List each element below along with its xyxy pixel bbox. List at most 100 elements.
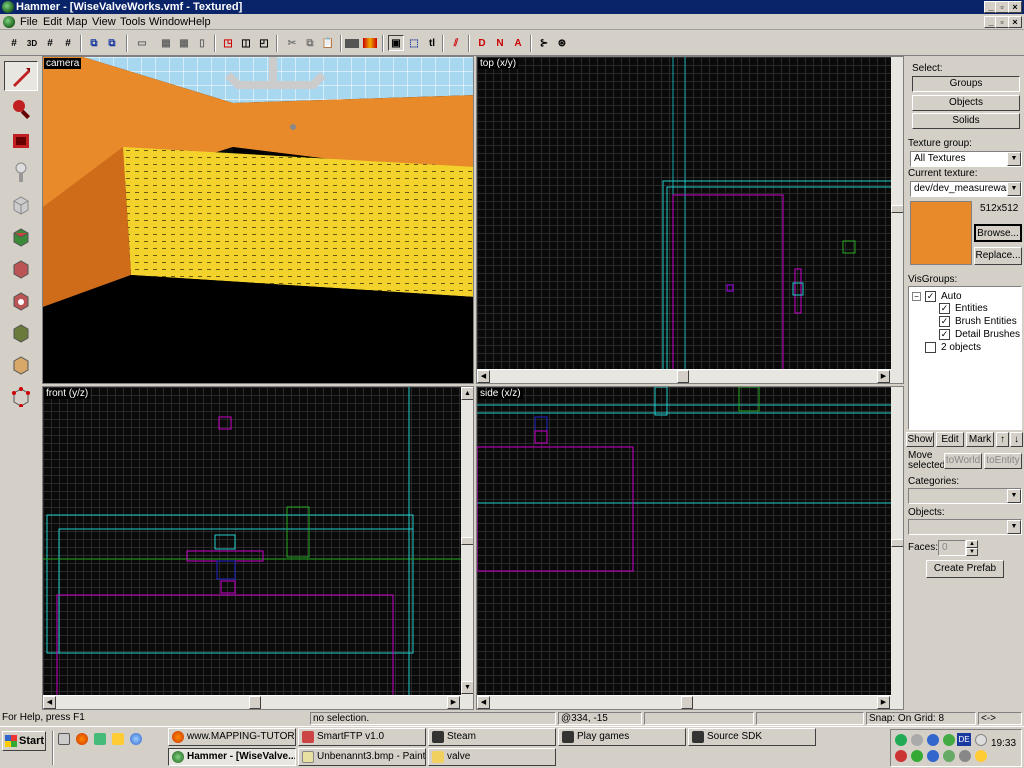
check-problems-icon[interactable]: N: [492, 35, 508, 51]
top-vertical-scrollbar[interactable]: [891, 57, 903, 383]
entity-report-icon[interactable]: D: [474, 35, 490, 51]
copy-icon[interactable]: ⧉: [302, 35, 318, 51]
menu-view[interactable]: View: [92, 16, 116, 28]
magnify-tool[interactable]: [4, 93, 38, 123]
hammer-app-icon[interactable]: [2, 1, 14, 13]
front-vertical-scrollbar[interactable]: ▲ ▼: [461, 387, 473, 709]
texture-browser-icon[interactable]: [362, 35, 378, 51]
show-button[interactable]: Show: [906, 432, 934, 447]
menu-tools[interactable]: Tools: [120, 16, 146, 28]
menu-edit[interactable]: Edit: [43, 16, 62, 28]
front-horizontal-scrollbar[interactable]: ◀ ▶: [43, 695, 461, 709]
scroll-left-arrow[interactable]: ◀: [477, 370, 490, 383]
task-steam[interactable]: Steam: [428, 728, 556, 746]
texture-application-tool[interactable]: [4, 221, 38, 251]
scroll-right-arrow[interactable]: ▶: [877, 696, 890, 709]
menu-map[interactable]: Map: [66, 16, 87, 28]
monitor-icon[interactable]: [975, 734, 987, 746]
faces-down-arrow[interactable]: ▼: [966, 548, 978, 556]
carve-icon[interactable]: ◳: [220, 35, 236, 51]
apply-current-texture-tool[interactable]: [4, 253, 38, 283]
clipping-tool[interactable]: [4, 349, 38, 379]
chevron-down-icon[interactable]: ▼: [1007, 489, 1021, 503]
filled-polygons-icon[interactable]: [344, 35, 360, 51]
top-viewport[interactable]: top (x/y) ◀ ▶: [476, 56, 904, 384]
scroll-right-arrow[interactable]: ▶: [877, 370, 890, 383]
paste-icon[interactable]: 📋: [320, 35, 336, 51]
to-world-button[interactable]: toWorld: [944, 453, 982, 469]
close-button[interactable]: ×: [1008, 1, 1022, 13]
move-down-icon[interactable]: ↓: [1010, 432, 1023, 447]
network-icon[interactable]: [943, 734, 955, 746]
doc-restore-button[interactable]: ▫: [995, 16, 1009, 28]
side-viewport[interactable]: side (x/z) ◀ ▶: [476, 386, 904, 710]
task-play-games[interactable]: Play games: [558, 728, 686, 746]
firefox-icon[interactable]: [76, 733, 88, 745]
objects-dropdown[interactable]: ▼: [908, 519, 1022, 535]
side-vertical-scrollbar[interactable]: [891, 387, 903, 709]
larger-grid-icon[interactable]: #: [60, 35, 76, 51]
tray-gray-icon[interactable]: [959, 750, 971, 762]
3d-grid-icon[interactable]: 3D: [24, 35, 40, 51]
task-smartftp[interactable]: SmartFTP v1.0: [298, 728, 426, 746]
start-button[interactable]: Start: [2, 731, 46, 751]
camera-tool[interactable]: [4, 125, 38, 155]
group-icon[interactable]: ⧉: [86, 35, 102, 51]
top-horizontal-scrollbar[interactable]: ◀ ▶: [477, 369, 891, 383]
tray-misc-icon[interactable]: [943, 750, 955, 762]
quicklaunch-tool-icon[interactable]: [112, 733, 124, 745]
select-by-handles-icon[interactable]: ⬚: [406, 35, 422, 51]
current-texture-dropdown[interactable]: dev/dev_measurewall01 ▼: [910, 181, 1022, 197]
task-paint[interactable]: Unbenannt3.bmp - Paint: [298, 748, 426, 766]
tray-yellow-icon[interactable]: [975, 750, 987, 762]
menu-help[interactable]: Help: [188, 16, 211, 28]
internet-explorer-icon[interactable]: [130, 733, 142, 745]
apply-overlays-tool[interactable]: [4, 317, 38, 347]
compile-map-icon[interactable]: ⊛: [554, 35, 570, 51]
replace-button[interactable]: Replace...: [974, 247, 1022, 265]
load-pointfile-icon[interactable]: ⊱: [536, 35, 552, 51]
visgroup-brush-entities-checkbox[interactable]: ✓: [939, 316, 950, 327]
scroll-thumb[interactable]: [677, 370, 689, 383]
task-firefox[interactable]: www.MAPPING-TUTORIA...: [168, 728, 296, 746]
menu-file[interactable]: File: [20, 16, 38, 28]
run-map-icon[interactable]: ⫽: [448, 35, 464, 51]
faces-input[interactable]: 0: [938, 540, 966, 556]
make-hollow-icon[interactable]: ◫: [238, 35, 254, 51]
smaller-grid-icon[interactable]: #: [42, 35, 58, 51]
hide-selected-icon[interactable]: ▦: [158, 35, 174, 51]
select-objects-button[interactable]: Objects: [912, 95, 1020, 111]
apply-decals-tool[interactable]: [4, 285, 38, 315]
create-prefab-button[interactable]: Create Prefab: [926, 560, 1004, 578]
faces-up-arrow[interactable]: ▲: [966, 540, 978, 548]
scroll-thumb[interactable]: [891, 205, 903, 213]
move-up-icon[interactable]: ↑: [996, 432, 1009, 447]
scroll-thumb[interactable]: [681, 696, 693, 709]
texture-align-icon[interactable]: tl: [424, 35, 440, 51]
visgroups-tree[interactable]: − ✓ Auto ✓ Entities ✓ Brush Entities ✓ D…: [908, 286, 1022, 430]
scroll-left-arrow[interactable]: ◀: [43, 696, 56, 709]
doc-close-button[interactable]: ×: [1008, 16, 1022, 28]
scroll-up-arrow[interactable]: ▲: [461, 387, 473, 400]
visgroup-icon[interactable]: ▯: [194, 35, 210, 51]
camera-viewport[interactable]: camera: [42, 56, 474, 384]
scroll-right-arrow[interactable]: ▶: [447, 696, 460, 709]
selection-box-icon[interactable]: ▣: [388, 35, 404, 51]
entity-tool[interactable]: [4, 157, 38, 187]
to-entity-button[interactable]: toEntity: [984, 453, 1022, 469]
scroll-down-arrow[interactable]: ▼: [461, 681, 473, 694]
texture-group-dropdown[interactable]: All Textures ▼: [910, 151, 1022, 167]
quicklaunch-app-icon[interactable]: [94, 733, 106, 745]
grid-toggle-icon[interactable]: #: [6, 35, 22, 51]
chevron-down-icon[interactable]: ▼: [1007, 520, 1021, 534]
vertex-manipulation-tool[interactable]: [4, 381, 38, 411]
mark-button[interactable]: Mark: [966, 432, 994, 447]
visgroup-objects-checkbox[interactable]: [925, 342, 936, 353]
scroll-left-arrow[interactable]: ◀: [477, 696, 490, 709]
document-icon[interactable]: [3, 16, 15, 28]
hide-icon[interactable]: ▭: [134, 35, 150, 51]
ungroup-icon[interactable]: ⧉: [104, 35, 120, 51]
texture-lock-icon[interactable]: ◰: [256, 35, 272, 51]
antivirus-icon[interactable]: [895, 750, 907, 762]
task-valve-folder[interactable]: valve: [428, 748, 556, 766]
